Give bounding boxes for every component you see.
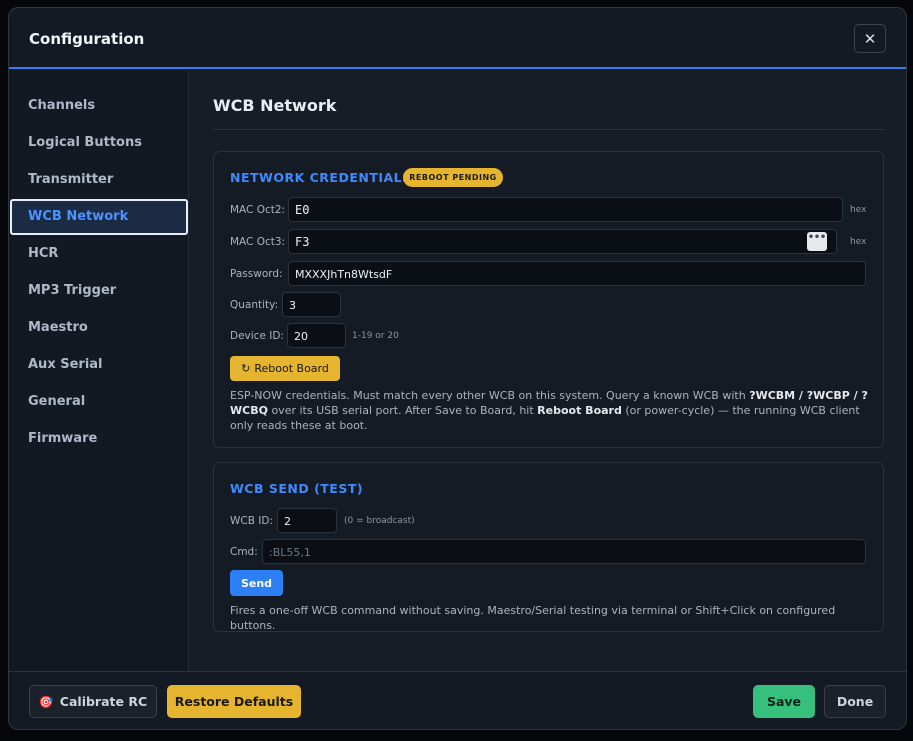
dialog-title: Configuration [29,30,145,48]
mac-oct2-label: MAC Oct2: [230,204,286,216]
title-divider [213,129,884,130]
quantity-label: Quantity: [230,299,279,311]
mac-oct3-suffix: hex [850,237,867,247]
send-button[interactable]: Send [230,570,283,596]
sidebar-item-channels[interactable]: Channels [10,88,188,124]
reboot-board-label: Reboot Board [254,362,329,375]
sidebar-item-logical-buttons[interactable]: Logical Buttons [10,125,188,161]
target-icon: 🎯 [38,694,54,709]
network-credentials-card: NETWORK CREDENTIALS REBOOT PENDING MAC O… [213,151,884,448]
sidebar-item-firmware[interactable]: Firmware [10,421,188,457]
sidebar-item-hcr[interactable]: HCR [10,236,188,272]
sidebar-item-transmitter[interactable]: Transmitter [10,162,188,198]
close-button[interactable]: ✕ [854,24,886,53]
mac-oct2-suffix: hex [850,205,867,215]
cmd-input[interactable]: :BL55,1 [262,539,866,564]
calibrate-rc-button[interactable]: 🎯 Calibrate RC [29,685,157,718]
close-icon: ✕ [863,29,877,48]
page-title: WCB Network [213,96,337,115]
password-label: Password: [230,268,283,280]
card-title: NETWORK CREDENTIALS [230,170,412,185]
mac-oct3-label: MAC Oct3: [230,236,286,248]
wcb-id-hint: (0 = broadcast) [344,516,415,526]
sidebar: Channels Logical Buttons Transmitter WCB… [9,71,189,671]
reboot-board-button[interactable]: ↻ Reboot Board [230,356,340,381]
sidebar-item-maestro[interactable]: Maestro [10,310,188,346]
mac-oct3-input[interactable]: F3 ••• [288,229,837,254]
mac-oct3-value: F3 [295,235,310,249]
restore-defaults-button[interactable]: Restore Defaults [167,685,301,718]
device-id-hint: 1-19 or 20 [352,331,399,341]
refresh-icon: ↻ [241,362,251,375]
send-help-text: Fires a one-off WCB command without savi… [230,604,836,632]
sidebar-item-mp3-trigger[interactable]: MP3 Trigger [10,273,188,309]
save-button[interactable]: Save [753,685,815,718]
calibrate-rc-label: Calibrate RC [59,694,148,709]
configuration-dialog: Configuration ✕ Channels Logical Buttons… [8,7,907,730]
reboot-pending-badge: REBOOT PENDING [403,168,503,187]
password-input[interactable]: MXXXJhTn8WtsdF [288,261,866,286]
dialog-header: Configuration ✕ [9,8,906,69]
wcb-id-input[interactable]: 2 [277,508,337,533]
sidebar-item-aux-serial[interactable]: Aux Serial [10,347,188,383]
sidebar-item-general[interactable]: General [10,384,188,420]
credentials-help-text: ESP-NOW credentials. Must match every ot… [230,389,868,432]
done-button[interactable]: Done [824,685,886,718]
cmd-label: Cmd: [230,546,258,558]
device-id-input[interactable]: 20 [287,323,346,348]
wcb-send-card: WCB SEND (TEST) WCB ID: 2 (0 = broadcast… [213,462,884,632]
sidebar-item-wcb-network[interactable]: WCB Network [10,199,188,235]
mac-oct2-input[interactable]: E0 [288,197,843,222]
quantity-input[interactable]: 3 [282,292,341,317]
wcb-id-label: WCB ID: [230,515,273,527]
device-id-label: Device ID: [230,330,284,342]
more-icon[interactable]: ••• [807,232,827,251]
dialog-footer: 🎯 Calibrate RC Restore Defaults Save Don… [9,671,906,729]
card-title: WCB SEND (TEST) [230,481,364,496]
main-content: WCB Network NETWORK CREDENTIALS REBOOT P… [190,71,906,671]
